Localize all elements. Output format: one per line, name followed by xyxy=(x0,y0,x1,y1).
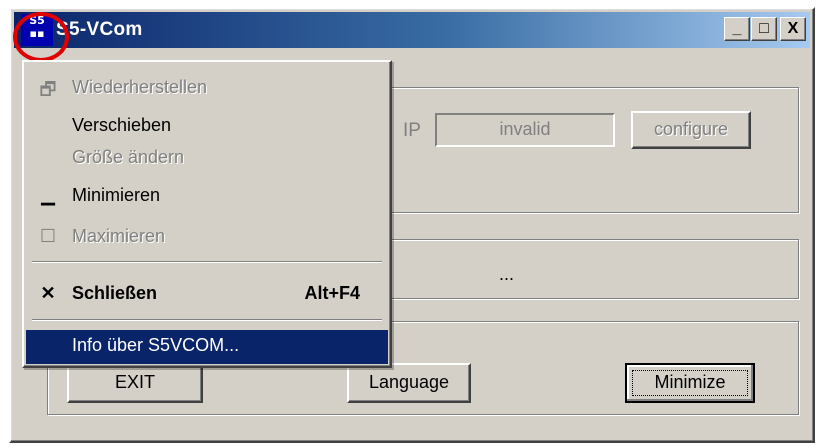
language-button[interactable]: Language xyxy=(347,363,471,403)
minimize-icon: ▁ xyxy=(41,185,55,205)
restore-icon: 🗗 xyxy=(39,79,57,99)
menu-item-restore[interactable]: 🗗 Wiederherstellen xyxy=(26,72,388,106)
title-bar[interactable]: S5 ▪▪ S5-VCom _ □ X xyxy=(14,12,810,48)
minimize-button[interactable]: Minimize xyxy=(625,363,755,403)
close-accelerator: Alt+F4 xyxy=(304,283,360,303)
configure-button[interactable]: configure xyxy=(631,111,751,149)
ip-label: IP xyxy=(403,120,421,141)
exit-button[interactable]: EXIT xyxy=(67,363,203,403)
status-text: ... xyxy=(499,264,515,284)
system-menu: 🗗 Wiederherstellen Verschieben Größe änd… xyxy=(22,60,392,368)
maximize-window-button[interactable]: □ xyxy=(751,17,777,41)
menu-item-maximize[interactable]: ☐ Maximieren xyxy=(26,221,388,255)
menu-separator xyxy=(32,261,382,263)
highlight-circle xyxy=(13,12,69,62)
close-window-button[interactable]: X xyxy=(780,17,806,41)
focus-rectangle xyxy=(632,370,748,396)
close-icon: ✕ xyxy=(40,283,56,303)
maximize-icon: ☐ xyxy=(39,226,57,246)
menu-item-close[interactable]: ✕ Schließen Alt+F4 xyxy=(26,278,388,312)
menu-item-resize[interactable]: Größe ändern xyxy=(26,142,388,176)
minimize-window-button[interactable]: _ xyxy=(724,17,750,41)
ip-field[interactable]: invalid xyxy=(435,113,615,147)
menu-item-about[interactable]: Info über S5VCOM... xyxy=(26,330,388,364)
menu-item-move[interactable]: Verschieben xyxy=(26,110,388,144)
menu-item-minimize[interactable]: ▁ Minimieren xyxy=(26,180,388,214)
menu-separator xyxy=(32,319,382,321)
